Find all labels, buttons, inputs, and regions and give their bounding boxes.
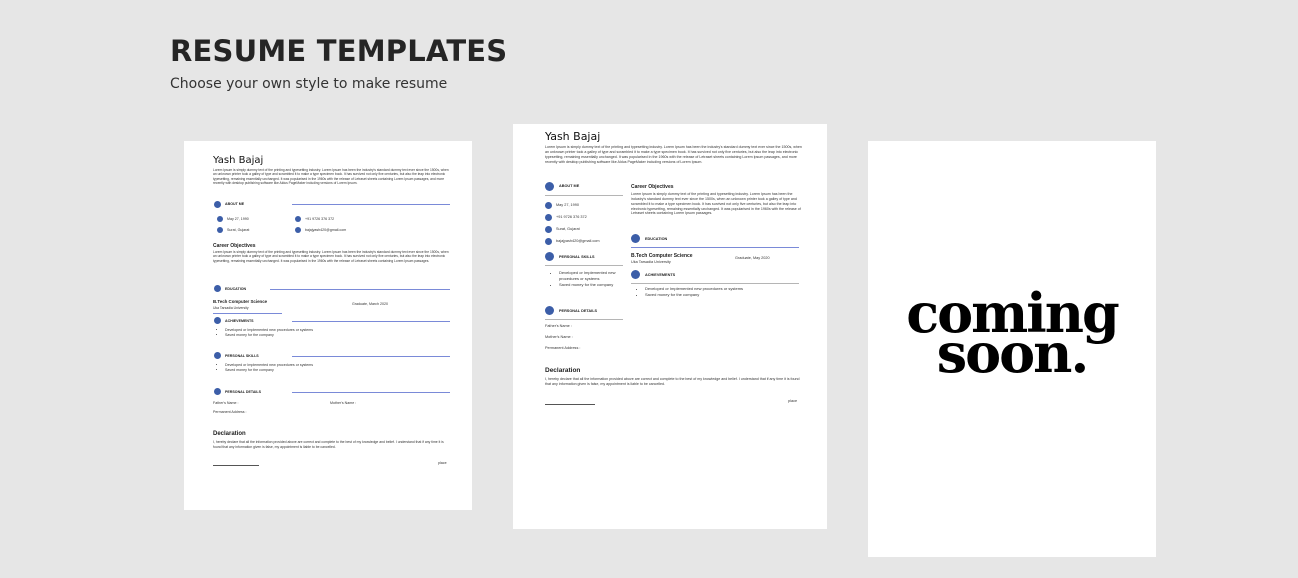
skills-list: Developed or Implemented new procedures … [217,363,313,374]
coming-soon-card: coming soon. [868,141,1156,557]
education-heading: EDUCATION [645,237,668,241]
place-label: place [788,399,798,403]
about-heading: ABOUT ME [225,202,245,206]
objective-heading: Career Objectives [213,243,256,249]
skill-item: Saved money for the company [559,282,631,288]
email-value: bajajyash420@gmail.com [556,239,600,243]
location-value: Surat, Gujarat [227,228,250,232]
achievements-list: Developed or Implemented new procedures … [637,286,807,298]
details-heading: PERSONAL DETAILS [559,309,598,313]
declaration-heading: Declaration [213,431,246,437]
section-divider [292,356,450,357]
degree: B.Tech Computer Science [213,299,268,304]
mother-name: Mother's Name : [545,335,573,339]
education-heading: EDUCATION [225,287,247,291]
skills-icon [214,352,221,359]
degree: B.Tech Computer Science [631,253,693,259]
phone-value: +91 9726 376 372 [305,217,335,221]
location-icon [545,226,552,233]
page-title: RESUME TEMPLATES [170,34,508,68]
achievements-list: Developed or Implemented new procedures … [217,328,313,339]
skill-item: Developed or Implemented new procedures … [559,270,631,282]
skills-heading: PERSONAL SKILLS [559,255,595,259]
resume-name: Yash Bajaj [545,130,601,143]
section-divider [292,321,450,322]
section-divider [631,247,799,248]
address: Permanent Address : [545,346,581,350]
details-icon [214,388,221,395]
father-name: Father's Name : [545,324,572,328]
section-divider [545,265,623,266]
phone-value: +91 9726 376 372 [556,215,587,219]
achievements-heading: ACHIEVEMENTS [225,319,254,323]
declaration-text: I, hereby declare that all the informati… [213,440,444,449]
about-icon [214,201,221,208]
achievement-item: Saved money for the company [645,292,807,298]
location-value: Surat, Gujarat [556,227,580,231]
resume-name: Yash Bajaj [213,155,264,166]
achievement-item: Saved money for the company [225,333,313,338]
section-divider [545,195,623,196]
objective-text: Lorem Ipsum is simply dummy text of the … [631,192,801,216]
graduation-date: Graduate, May 2020 [735,256,770,260]
section-divider [631,283,799,284]
resume-summary: Lorem Ipsum is simply dummy text of the … [545,145,802,164]
section-divider [213,313,282,314]
calendar-icon [217,216,223,222]
details-icon [545,306,554,315]
achievements-icon [631,270,640,279]
graduation-date: Graduate, March 2020 [352,302,388,306]
place-label: place [438,461,447,465]
details-heading: PERSONAL DETAILS [225,390,262,394]
about-icon [545,182,554,191]
declaration-heading: Declaration [545,367,581,374]
mother-name: Mother's Name : [330,401,357,405]
university: Uka Tarsadia University [213,306,249,310]
phone-icon [545,214,552,221]
resume-summary: Lorem Ipsum is simply dummy text of the … [213,168,449,186]
achievements-heading: ACHIEVEMENTS [645,273,676,277]
email-icon [295,227,301,233]
about-heading: ABOUT ME [559,184,580,188]
skills-icon [545,252,554,261]
signature-line [213,465,259,466]
email-icon [545,238,552,245]
objective-text: Lorem Ipsum is simply dummy text of the … [213,250,449,263]
email-value: bajajyash420@gmail.com [305,228,347,232]
location-icon [217,227,223,233]
education-icon [631,234,640,243]
education-icon [214,285,221,292]
signature-line [545,404,595,405]
page-subtitle: Choose your own style to make resume [170,76,448,92]
objective-heading: Career Objectives [631,184,674,190]
dob-value: May 27, 1990 [227,217,249,221]
declaration-text: I, hereby declare that all the informati… [545,377,800,386]
resume-template-card-2[interactable]: Yash Bajaj Lorem Ipsum is simply dummy t… [513,124,827,529]
university: Uka Tarsadia University [631,260,671,264]
resume-template-card-1[interactable]: Yash Bajaj Lorem Ipsum is simply dummy t… [184,141,472,510]
skills-list: Developed or Implemented new procedures … [551,270,631,288]
calendar-icon [545,202,552,209]
section-divider [270,289,450,290]
father-name: Father's Name : [213,401,239,405]
skills-heading: PERSONAL SKILLS [225,354,259,358]
skill-item: Saved money for the company [225,368,313,373]
section-divider [545,319,623,320]
address: Permanent Address : [213,410,247,414]
achievements-icon [214,317,221,324]
section-divider [292,392,450,393]
phone-icon [295,216,301,222]
section-divider [292,204,450,205]
coming-soon-graphic: coming soon. [868,286,1156,380]
dob-value: May 27, 1990 [556,203,580,207]
